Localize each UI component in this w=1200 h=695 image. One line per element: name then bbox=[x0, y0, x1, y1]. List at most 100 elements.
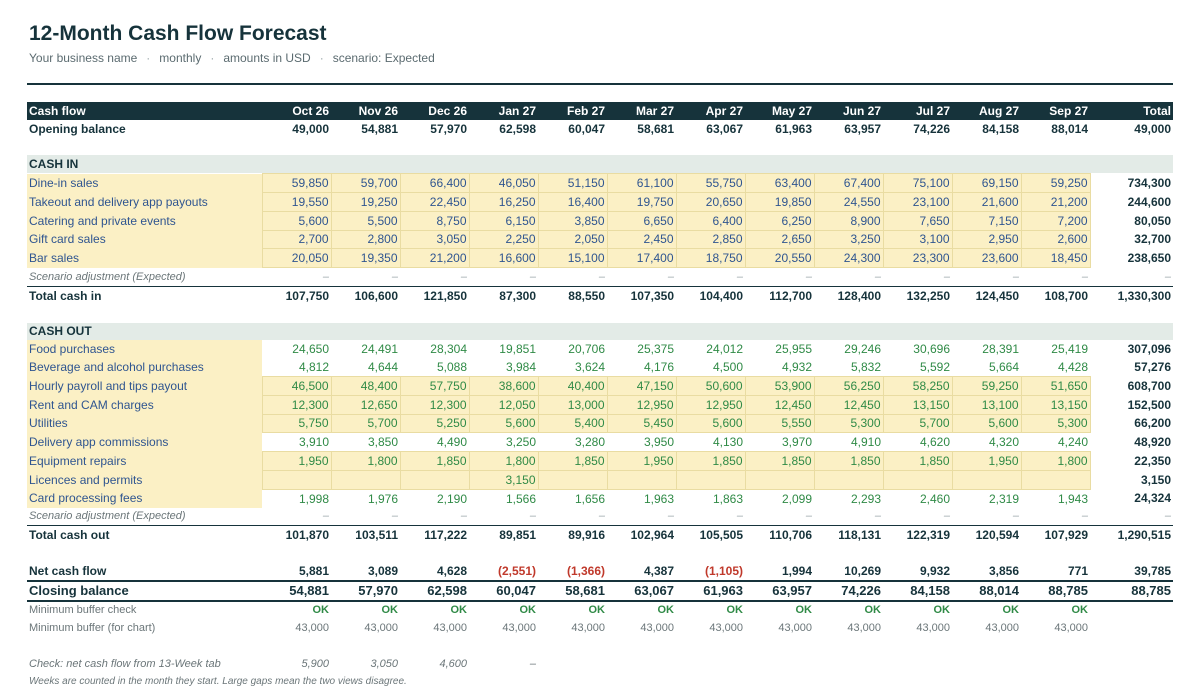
cash-in-row-cell[interactable]: 15,100 bbox=[537, 248, 608, 269]
cash-out-row-cell[interactable]: 5,250 bbox=[399, 413, 470, 434]
cash-in-row-cell[interactable]: 51,150 bbox=[537, 173, 608, 193]
cash-out-row-cell[interactable] bbox=[1020, 469, 1091, 490]
cash-in-row-cell[interactable]: 55,750 bbox=[675, 173, 746, 193]
cash-out-row-cell[interactable]: 3,150 bbox=[468, 469, 539, 490]
cash-out-row-cell[interactable]: 1,850 bbox=[813, 451, 884, 471]
cash-in-row-cell[interactable]: 24,300 bbox=[813, 248, 884, 269]
cash-out-row-cell[interactable]: 5,300 bbox=[813, 413, 884, 434]
cash-out-row-cell[interactable]: 1,950 bbox=[606, 451, 677, 471]
cash-in-row-cell[interactable]: 7,150 bbox=[951, 210, 1022, 231]
cash-in-row-cell[interactable]: 21,200 bbox=[399, 248, 470, 269]
cash-out-row-cell[interactable]: 4,320 bbox=[952, 432, 1021, 452]
cash-out-row-cell[interactable]: 5,450 bbox=[606, 413, 677, 434]
cash-in-row-cell[interactable]: 8,750 bbox=[399, 210, 470, 231]
cash-out-row-cell[interactable]: 4,240 bbox=[1021, 432, 1090, 452]
cash-in-row-cell[interactable]: 7,200 bbox=[1020, 210, 1091, 231]
cash-out-row-cell[interactable]: 24,491 bbox=[331, 340, 400, 359]
cash-in-row-cell[interactable]: 19,850 bbox=[744, 191, 815, 212]
cash-out-row-cell[interactable]: 4,130 bbox=[676, 432, 745, 452]
cash-out-row-cell[interactable]: 1,800 bbox=[330, 451, 401, 471]
cash-out-row-cell[interactable]: 12,950 bbox=[606, 394, 677, 415]
cash-out-row-cell[interactable]: 58,250 bbox=[882, 375, 953, 396]
cash-in-row-cell[interactable]: 19,350 bbox=[330, 248, 401, 269]
cash-in-row-cell[interactable]: 6,150 bbox=[468, 210, 539, 231]
cash-out-row-cell[interactable]: 25,375 bbox=[607, 340, 676, 359]
cash-in-row-cell[interactable]: 17,400 bbox=[606, 248, 677, 269]
cash-in-row-cell[interactable]: 18,750 bbox=[675, 248, 746, 269]
cash-out-row-cell[interactable]: 3,250 bbox=[469, 432, 538, 452]
cash-out-row-cell[interactable]: 38,600 bbox=[468, 375, 539, 396]
cash-out-row-cell[interactable]: 13,000 bbox=[537, 394, 608, 415]
cash-out-row-cell[interactable] bbox=[537, 469, 608, 490]
cash-out-row-cell[interactable]: 19,851 bbox=[469, 340, 538, 359]
cash-in-row-cell[interactable]: 5,600 bbox=[261, 210, 332, 231]
cash-in-row-cell[interactable]: 2,850 bbox=[675, 229, 746, 250]
cash-out-row-cell[interactable]: 4,932 bbox=[745, 358, 814, 377]
cash-out-row-cell[interactable]: 13,150 bbox=[882, 394, 953, 415]
cash-in-row-cell[interactable]: 59,700 bbox=[330, 173, 401, 193]
cash-out-row-cell[interactable]: 47,150 bbox=[606, 375, 677, 396]
cash-in-row-cell[interactable]: 6,250 bbox=[744, 210, 815, 231]
cash-out-row-cell[interactable]: 1,943 bbox=[1021, 489, 1090, 508]
cash-in-row-cell[interactable]: 69,150 bbox=[951, 173, 1022, 193]
cash-out-row-cell[interactable]: 12,300 bbox=[399, 394, 470, 415]
cash-in-row-cell[interactable]: 63,400 bbox=[744, 173, 815, 193]
cash-out-row-cell[interactable]: 5,832 bbox=[814, 358, 883, 377]
cash-in-row-cell[interactable]: 3,050 bbox=[399, 229, 470, 250]
cash-out-row-cell[interactable]: 25,955 bbox=[745, 340, 814, 359]
cash-out-row-cell[interactable]: 3,850 bbox=[331, 432, 400, 452]
cash-in-row-cell[interactable]: 59,250 bbox=[1020, 173, 1091, 193]
cash-out-row-cell[interactable]: 4,490 bbox=[400, 432, 469, 452]
cash-in-row-cell[interactable]: 6,400 bbox=[675, 210, 746, 231]
cash-out-row-cell[interactable]: 5,550 bbox=[744, 413, 815, 434]
cash-out-row-cell[interactable]: 5,750 bbox=[261, 413, 332, 434]
cash-out-row-cell[interactable]: 1,863 bbox=[676, 489, 745, 508]
cash-out-row-cell[interactable]: 20,706 bbox=[538, 340, 607, 359]
cash-out-row-cell[interactable]: 46,500 bbox=[261, 375, 332, 396]
cash-out-row-cell[interactable]: 4,644 bbox=[331, 358, 400, 377]
cash-out-row-cell[interactable]: 4,812 bbox=[262, 358, 331, 377]
cash-out-row-cell[interactable]: 3,910 bbox=[262, 432, 331, 452]
cash-out-row-cell[interactable]: 1,656 bbox=[538, 489, 607, 508]
cash-in-row-cell[interactable]: 20,650 bbox=[675, 191, 746, 212]
cash-out-row-cell[interactable]: 40,400 bbox=[537, 375, 608, 396]
cash-out-row-cell[interactable]: 5,664 bbox=[952, 358, 1021, 377]
cash-out-row-cell[interactable] bbox=[744, 469, 815, 490]
cash-in-row-cell[interactable]: 8,900 bbox=[813, 210, 884, 231]
cash-in-row-cell[interactable]: 75,100 bbox=[882, 173, 953, 193]
cash-out-row-cell[interactable]: 12,300 bbox=[261, 394, 332, 415]
cash-out-row-cell[interactable] bbox=[399, 469, 470, 490]
cash-in-row-cell[interactable]: 2,250 bbox=[468, 229, 539, 250]
cash-in-row-cell[interactable]: 6,650 bbox=[606, 210, 677, 231]
cash-out-row-cell[interactable]: 1,998 bbox=[262, 489, 331, 508]
cash-out-row-cell[interactable]: 53,900 bbox=[744, 375, 815, 396]
cash-in-row-cell[interactable]: 21,600 bbox=[951, 191, 1022, 212]
cash-out-row-cell[interactable]: 2,190 bbox=[400, 489, 469, 508]
cash-out-row-cell[interactable]: 50,600 bbox=[675, 375, 746, 396]
cash-in-row-cell[interactable]: 24,550 bbox=[813, 191, 884, 212]
cash-in-row-cell[interactable]: 61,100 bbox=[606, 173, 677, 193]
cash-out-row-cell[interactable]: 12,450 bbox=[744, 394, 815, 415]
cash-in-row-cell[interactable]: 3,250 bbox=[813, 229, 884, 250]
cash-out-row-cell[interactable]: 12,950 bbox=[675, 394, 746, 415]
cash-in-row-cell[interactable]: 16,250 bbox=[468, 191, 539, 212]
cash-out-row-cell[interactable]: 5,300 bbox=[1020, 413, 1091, 434]
cash-out-row-cell[interactable]: 5,088 bbox=[400, 358, 469, 377]
cash-out-row-cell[interactable]: 4,428 bbox=[1021, 358, 1090, 377]
cash-out-row-cell[interactable]: 24,012 bbox=[676, 340, 745, 359]
cash-out-row-cell[interactable]: 4,500 bbox=[676, 358, 745, 377]
cash-out-row-cell[interactable]: 30,696 bbox=[883, 340, 952, 359]
cash-out-row-cell[interactable]: 25,419 bbox=[1021, 340, 1090, 359]
cash-out-row-cell[interactable]: 1,850 bbox=[744, 451, 815, 471]
cash-out-row-cell[interactable]: 28,391 bbox=[952, 340, 1021, 359]
cash-in-row-cell[interactable]: 2,450 bbox=[606, 229, 677, 250]
cash-out-row-cell[interactable]: 1,850 bbox=[399, 451, 470, 471]
cash-out-row-cell[interactable]: 12,650 bbox=[330, 394, 401, 415]
cash-out-row-cell[interactable]: 1,950 bbox=[261, 451, 332, 471]
cash-out-row-cell[interactable] bbox=[606, 469, 677, 490]
cash-out-row-cell[interactable]: 24,650 bbox=[262, 340, 331, 359]
cash-out-row-cell[interactable] bbox=[330, 469, 401, 490]
cash-in-row-cell[interactable]: 2,950 bbox=[951, 229, 1022, 250]
cash-out-row-cell[interactable]: 3,950 bbox=[607, 432, 676, 452]
cash-out-row-cell[interactable]: 4,176 bbox=[607, 358, 676, 377]
